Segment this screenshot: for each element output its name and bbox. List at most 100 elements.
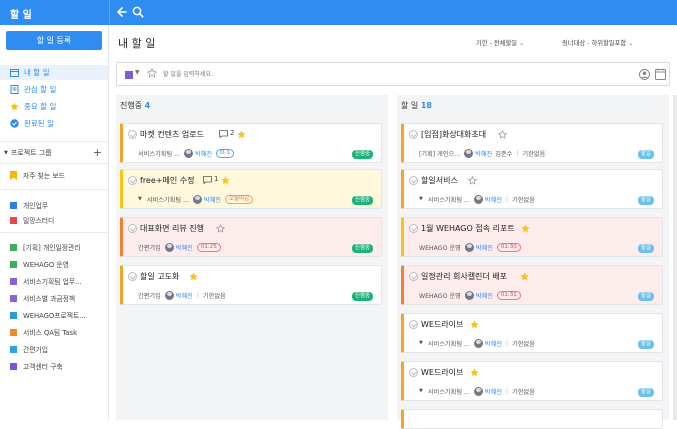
expand-caret-icon[interactable]: ▼ (138, 196, 142, 202)
due-pill: D-1 (216, 148, 234, 158)
complete-checkbox[interactable] (409, 130, 418, 139)
project-name: 서비스기획팀 ... (427, 340, 470, 348)
nav-important-tasks[interactable]: 중요 할 일 (0, 99, 108, 114)
task-input[interactable] (163, 68, 463, 81)
expand-caret-icon[interactable]: ▼ (419, 340, 423, 346)
project-item[interactable]: WEHAGO프로젝트... (0, 308, 108, 322)
complete-checkbox[interactable] (409, 320, 418, 329)
add-group-icon[interactable]: + (93, 146, 102, 159)
task-title: WE드라이브 (421, 320, 464, 329)
star-outline-icon[interactable] (147, 68, 157, 78)
comment-icon (219, 130, 228, 138)
task-input-bar: ▼ (116, 62, 670, 86)
project-name: 간편기입 (138, 292, 161, 300)
project-item[interactable]: 서비스별 과금정책 (0, 291, 108, 305)
due-text: 기한없음 (512, 196, 535, 204)
task-card[interactable]: 1월 WEHAGO 접속 리포트 WEHAGO 운영 박혜진 01:30 할일 (401, 217, 663, 257)
star-icon[interactable] (470, 368, 479, 377)
task-card[interactable]: 할일 고도화 간편기입 박혜진 | 기한없음 진행중 (120, 265, 382, 305)
project-group-header[interactable]: ▼ 프로젝트 그룹 + (0, 146, 108, 160)
task-meta: 간편기입 박혜진 01:25 (138, 242, 221, 252)
task-meta: ▼ 서비스기획팀 ... 박혜진 | 기한없음 (419, 386, 535, 396)
status-badge: 진행중 (351, 150, 373, 159)
scrollbar[interactable] (673, 95, 677, 420)
complete-checkbox[interactable] (409, 176, 418, 185)
complete-checkbox[interactable] (409, 368, 418, 377)
task-card[interactable]: [입점]화상대화초대 [기획] 개인으... 박혜진 김준수 | 기한없음 할일 (401, 123, 663, 163)
complete-checkbox[interactable] (409, 224, 418, 233)
complete-checkbox[interactable] (128, 224, 137, 233)
project-color-swatch (10, 294, 17, 302)
add-task-button[interactable]: 할 일 등록 (6, 31, 102, 50)
project-color-swatch (10, 243, 17, 251)
frequent-board[interactable]: 자주 찾는 보드 (0, 168, 108, 182)
assignee-icon[interactable] (639, 69, 650, 80)
top-bar: 할 일 (0, 0, 677, 25)
complete-checkbox[interactable] (409, 272, 418, 281)
project-item[interactable]: [기획] 개인일정관리 (0, 240, 108, 254)
task-meta: WEHAGO 운영 박혜진 01:30 (419, 242, 521, 252)
nav-completed-tasks[interactable]: 완료된 일 (0, 116, 108, 131)
nav-my-tasks[interactable]: 내 할 일 (0, 65, 108, 80)
search-icon[interactable] (132, 6, 144, 18)
task-meta: 서비스기획팀 ... 박혜진 D-1 (138, 148, 234, 158)
star-icon[interactable] (520, 272, 529, 281)
task-card[interactable]: WE드라이브 ▼ 서비스기획팀 ... 박혜진 | 기한없음 할일 (401, 313, 663, 353)
project-color-swatch (10, 216, 17, 224)
star-outline-icon[interactable] (468, 176, 477, 185)
expand-caret-icon[interactable]: ▼ (419, 196, 423, 202)
separator: | (505, 195, 509, 203)
task-title: [입점]화상대화초대 (421, 130, 487, 139)
column-title: 진행중 4 (120, 101, 151, 110)
project-item[interactable]: WEHAGO 운영 (0, 257, 108, 271)
star-outline-icon[interactable] (498, 130, 507, 139)
complete-checkbox[interactable] (128, 176, 137, 185)
project-item[interactable]: 개인업무 (0, 198, 108, 212)
target-filter-dropdown[interactable]: 링너대상 - 하위할일포함 ⌄ (562, 38, 634, 47)
task-card[interactable]: 일정관리 회사캘린더 배포 WEHAGO 운영 박혜진 01:31 할일 (401, 265, 663, 305)
star-icon[interactable] (521, 224, 530, 233)
task-card[interactable]: 할일서비스 ▼ 서비스기획팀 ... 박혜진 | 기한없음 할일 (401, 169, 663, 209)
task-meta: ▼ 서비스기획팀 ... 박혜진 오늘마감 (138, 194, 254, 204)
task-card[interactable]: WE드라이브 ▼ 서비스기획팀 ... 박혜진 | 기한없음 할일 (401, 361, 663, 401)
task-meta: ▼ 서비스기획팀 ... 박혜진 | 기한없음 (419, 338, 535, 348)
project-color-swatch (10, 201, 17, 209)
avatar (192, 194, 202, 204)
due-pill: 01:25 (196, 242, 221, 252)
avatar (164, 242, 174, 252)
task-card[interactable]: 대표화면 리뷰 진행 간편기입 박혜진 01:25 진행중 (120, 217, 382, 257)
chevron-down-icon[interactable]: ▼ (135, 69, 140, 76)
back-arrow-icon[interactable] (116, 6, 128, 18)
status-badge: 진행중 (351, 196, 373, 205)
star-icon[interactable] (189, 272, 198, 281)
star-icon[interactable] (237, 130, 246, 139)
star-outline-icon[interactable] (216, 224, 225, 233)
project-item[interactable]: 서비스기획팀 업무... (0, 274, 108, 288)
project-color-select[interactable] (125, 71, 133, 79)
calendar-icon[interactable] (655, 68, 666, 80)
period-filter-dropdown[interactable]: 기한 - 전체할일 ⌄ (476, 38, 524, 47)
star-icon[interactable] (221, 176, 230, 185)
project-item[interactable]: 밀망스터디 (0, 213, 108, 227)
complete-checkbox[interactable] (128, 130, 137, 139)
project-item[interactable]: 서비스 QA팀 Task (0, 325, 108, 339)
avatar (464, 290, 474, 300)
star-icon[interactable] (470, 320, 479, 329)
column-in-progress: 진행중 4 마켓 컨텐츠 업로드 2 서비스기획팀 ... 박혜진 D-1 진행… (116, 95, 388, 420)
project-item[interactable]: 고객센터 구축 (0, 359, 108, 373)
project-item[interactable]: 간편기입 (0, 342, 108, 356)
task-card[interactable] (401, 409, 663, 429)
nav-interest-tasks[interactable]: 관심 할 일 (0, 82, 108, 97)
divider (0, 189, 108, 190)
assignee-name: 박혜진 (475, 150, 493, 158)
column-count: 18 (420, 101, 432, 110)
task-card[interactable]: free+메인 수정 1 ▼ 서비스기획팀 ... 박혜진 오늘마감 진행중 (120, 169, 382, 209)
task-card[interactable]: 마켓 컨텐츠 업로드 2 서비스기획팀 ... 박혜진 D-1 진행중 (120, 123, 382, 163)
project-group-label: 프로젝트 그룹 (10, 149, 52, 157)
bookmark-icon (10, 170, 17, 180)
avatar (473, 338, 483, 348)
complete-checkbox[interactable] (128, 272, 137, 281)
expand-caret-icon[interactable]: ▼ (419, 388, 423, 394)
task-title: 대표화면 리뷰 진행 (140, 224, 204, 233)
project-color-swatch (10, 362, 17, 370)
